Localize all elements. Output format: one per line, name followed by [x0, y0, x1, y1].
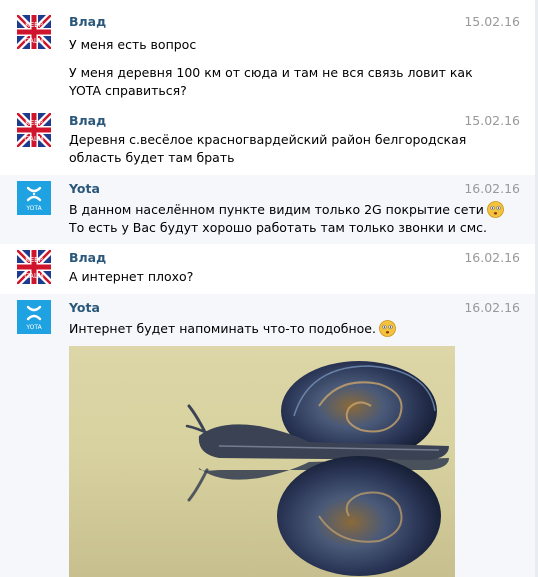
worried-face-icon: [379, 320, 396, 337]
message-group: KEEP CALM Влад 15.02.16 У меня есть вопр…: [0, 8, 538, 108]
svg-text:KEEP: KEEP: [25, 119, 43, 127]
message-text: У меня есть вопрос: [69, 37, 197, 52]
message-date[interactable]: 15.02.16: [464, 113, 520, 128]
author-name[interactable]: Влад: [69, 113, 106, 128]
author-name[interactable]: Yota: [69, 181, 100, 196]
svg-text:KEEP: KEEP: [25, 256, 43, 264]
svg-text:CALM: CALM: [24, 135, 44, 143]
message-text: область будет там брать: [69, 150, 235, 165]
message-text: В данном населённом пункте видим только …: [69, 201, 504, 219]
avatar-vlad[interactable]: KEEP CALM: [17, 250, 51, 284]
message-text: Интернет будет напоминать что-то подобно…: [69, 320, 396, 338]
author-name[interactable]: Влад: [69, 14, 106, 29]
snail-image: [69, 346, 455, 577]
avatar-vlad[interactable]: KEEP CALM: [17, 15, 51, 49]
author-name[interactable]: Yota: [69, 300, 100, 315]
message-date[interactable]: 16.02.16: [464, 300, 520, 315]
chat-history: KEEP CALM Влад 15.02.16 У меня есть вопр…: [0, 0, 538, 577]
message-date[interactable]: 16.02.16: [464, 250, 520, 265]
svg-text:CALM: CALM: [24, 37, 44, 45]
svg-text:KEEP: KEEP: [25, 21, 43, 29]
message-text-line: В данном населённом пункте видим только …: [69, 202, 484, 217]
yota-logo-avatar: YOTA: [17, 300, 51, 334]
message-date[interactable]: 16.02.16: [464, 181, 520, 196]
message-group: KEEP CALM Влад 15.02.16 Деревня с.весёло…: [0, 108, 538, 175]
message-text-line: Интернет будет напоминать что-то подобно…: [69, 321, 376, 336]
worried-face-icon: [487, 201, 504, 218]
message-text: У меня деревня 100 км от сюда и там не в…: [69, 65, 473, 80]
message-text: То есть у Вас будут хорошо работать там …: [69, 220, 488, 235]
avatar-yota[interactable]: YOTA: [17, 300, 51, 334]
attached-photo-snail[interactable]: [69, 346, 455, 577]
message-text: Деревня с.весёлое красногвардейский райо…: [69, 132, 467, 147]
union-jack-keep-calm-avatar: KEEP CALM: [17, 15, 51, 49]
avatar-vlad[interactable]: KEEP CALM: [17, 113, 51, 147]
svg-text:YOTA: YOTA: [25, 324, 42, 331]
union-jack-keep-calm-avatar: KEEP CALM: [17, 250, 51, 284]
svg-text:CALM: CALM: [24, 272, 44, 280]
author-name[interactable]: Влад: [69, 250, 106, 265]
avatar-yota[interactable]: YOTA: [17, 181, 51, 215]
yota-logo-avatar: YOTA: [17, 181, 51, 215]
message-text: А интернет плохо?: [69, 269, 194, 284]
message-date[interactable]: 15.02.16: [464, 14, 520, 29]
union-jack-keep-calm-avatar: KEEP CALM: [17, 113, 51, 147]
message-text: YOTA справиться?: [69, 83, 187, 98]
message-group: YOTA Yota 16.02.16 В данном населённом п…: [0, 175, 538, 244]
message-group: KEEP CALM Влад 16.02.16 А интернет плохо…: [0, 244, 538, 294]
svg-text:YOTA: YOTA: [25, 205, 42, 212]
